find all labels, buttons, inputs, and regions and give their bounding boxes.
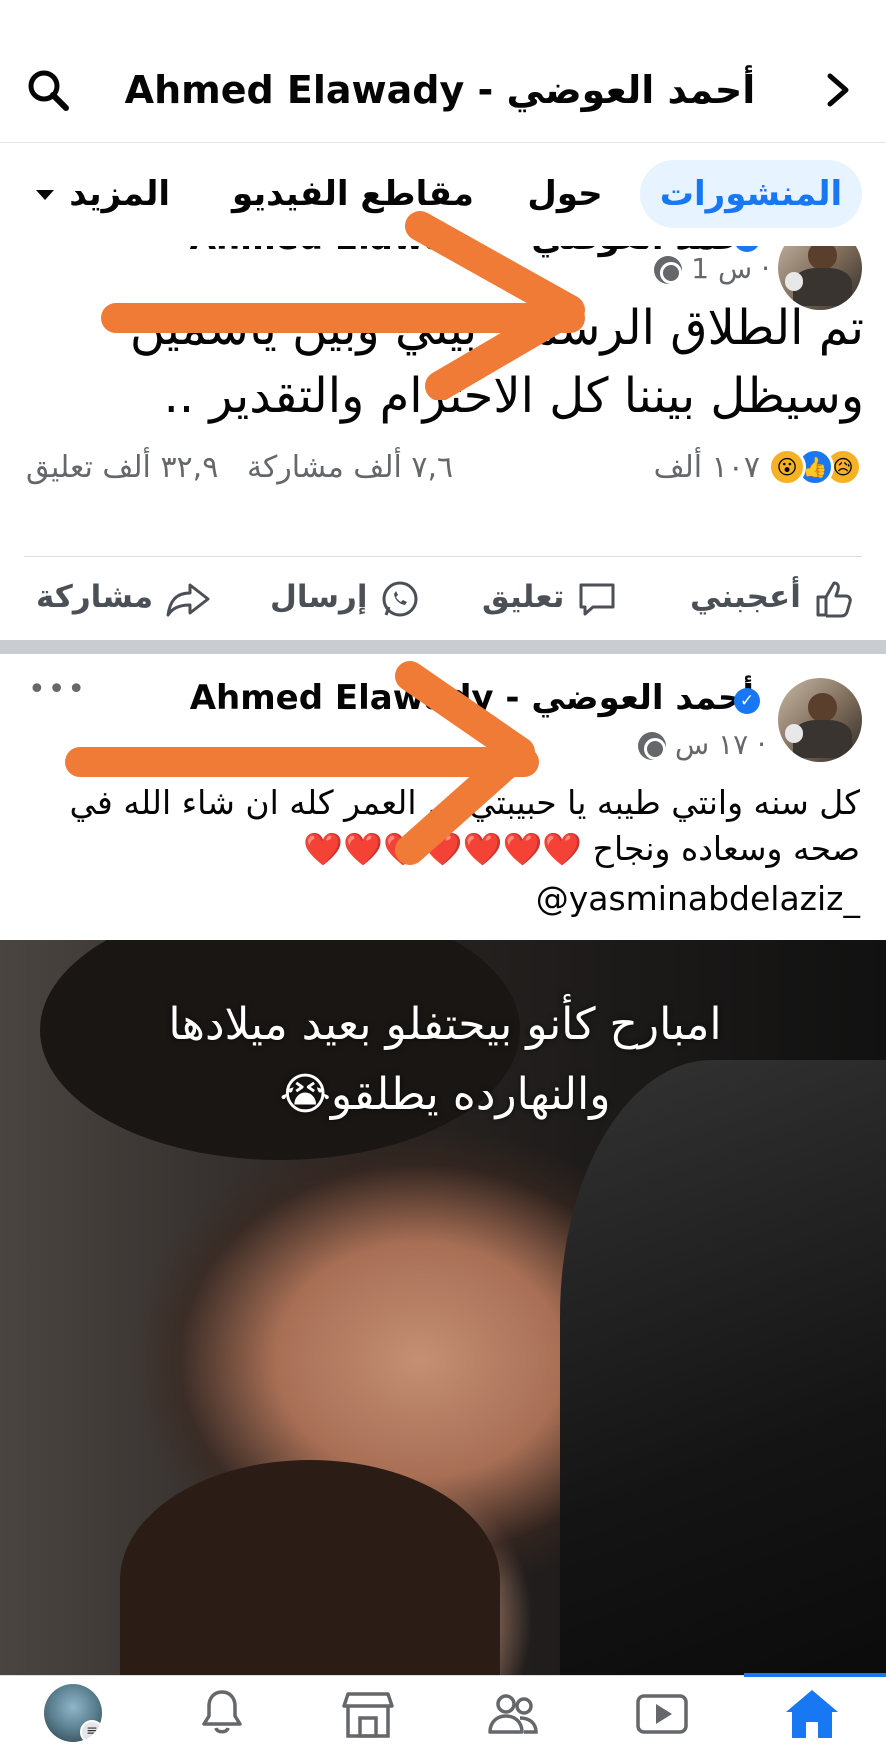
reaction-count: ١٠٧ ألف	[653, 450, 760, 485]
reaction-icons: 😥 👍 😮	[768, 448, 862, 488]
groups-icon[interactable]	[484, 1686, 544, 1742]
post-timestamp: ١٧ س ·	[638, 728, 766, 761]
send-label: إرسال	[270, 579, 368, 615]
active-tab-indicator	[744, 1673, 886, 1677]
bell-icon[interactable]	[192, 1686, 252, 1742]
comment-label: تعليق	[482, 579, 565, 615]
photo-hair-woman	[120, 1460, 500, 1675]
marketplace-icon[interactable]	[338, 1686, 398, 1742]
share-icon	[166, 583, 210, 616]
search-icon[interactable]	[24, 66, 74, 116]
overlay-line: والنهارده يطلقو😭	[279, 1069, 611, 1120]
photo-overlay-text: امبارح كأنو بيحتفلو بعيد ميلادها والنهار…	[110, 990, 780, 1130]
share-count[interactable]: ٧,٦ ألف مشاركة	[247, 450, 453, 485]
comment-icon	[579, 583, 615, 615]
post-actions: أعجبني تعليق إرسال مشاركة	[0, 564, 886, 632]
post-time: ١٧ س ·	[675, 728, 766, 761]
post-photo[interactable]: امبارح كأنو بيحتفلو بعيد ميلادها والنهار…	[0, 940, 886, 1675]
post-separator	[0, 640, 886, 654]
more-options-icon[interactable]: •••	[30, 246, 89, 247]
author-avatar[interactable]	[778, 678, 862, 762]
share-button[interactable]: مشاركة	[36, 572, 212, 622]
globe-icon	[654, 256, 683, 284]
overlay-line: امبارح كأنو بيحتفلو بعيد ميلادها	[168, 999, 722, 1050]
photo-jacket	[560, 1060, 886, 1675]
caret-down-icon	[36, 190, 54, 200]
comment-count[interactable]: ٣٢,٩ ألف تعليق	[26, 450, 218, 485]
chevron-right-icon[interactable]	[818, 70, 858, 110]
like-label: أعجبني	[690, 579, 801, 615]
send-button[interactable]: إرسال	[270, 572, 422, 622]
whatsapp-icon	[382, 581, 418, 616]
post-stats: ٧,٦ ألف مشاركة ٣٢,٩ ألف تعليق	[26, 444, 453, 492]
page-header: Ahmed Elawady - أحمد العوضي	[0, 0, 886, 143]
mention-link[interactable]: @yasminabdelaziz_	[536, 876, 860, 922]
profile-menu-avatar[interactable]: ≡	[44, 1684, 102, 1742]
verified-badge-icon: ✓	[734, 688, 760, 714]
post-time: 1 س ·	[691, 252, 770, 285]
thumbs-up-icon	[816, 581, 852, 617]
arrow-annotation-1	[101, 211, 585, 400]
like-button[interactable]: أعجبني	[690, 572, 856, 622]
tab-posts[interactable]: المنشورات	[640, 160, 862, 228]
arrow-annotation-2	[65, 661, 539, 865]
wow-reaction-icon: 😮	[768, 448, 806, 486]
bottom-navigation: ≡	[0, 1673, 886, 1749]
reactions-row[interactable]: 😥 👍 😮 ١٠٧ ألف ٧,٦ ألف مشاركة ٣٢,٩ ألف تع…	[0, 444, 886, 494]
share-label: مشاركة	[36, 579, 154, 615]
comment-button[interactable]: تعليق	[482, 572, 619, 622]
caption-text: صحه وسعاده ونجاح	[592, 829, 860, 868]
post-timestamp: 1 س ·	[654, 252, 770, 285]
globe-icon	[638, 732, 667, 760]
tab-more-label: المزيد	[69, 174, 170, 214]
video-icon[interactable]	[632, 1686, 692, 1742]
menu-icon: ≡	[80, 1720, 102, 1742]
page-title: Ahmed Elawady - أحمد العوضي	[124, 68, 756, 112]
home-icon[interactable]	[782, 1686, 842, 1742]
divider	[24, 556, 862, 557]
